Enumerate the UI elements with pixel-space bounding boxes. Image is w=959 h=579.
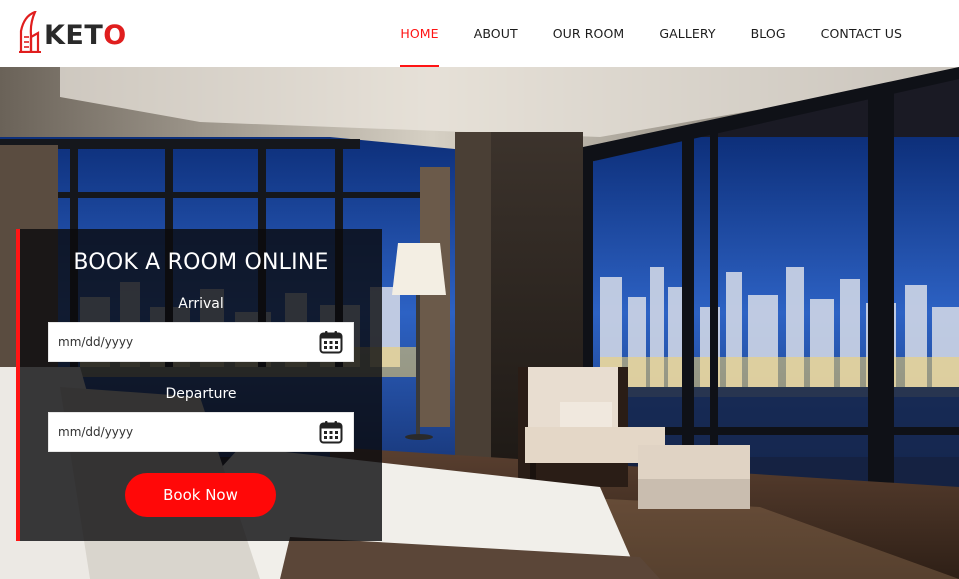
arrival-date-input[interactable]: mm/dd/yyyy [48,322,354,362]
departure-label: Departure [165,386,237,402]
booking-panel: BOOK A ROOM ONLINE Arrival mm/dd/yyyy De… [16,229,382,541]
logo-text-accent: O [103,20,127,51]
logo-text: KETO [44,22,127,49]
nav-item-about[interactable]: ABOUT [474,0,518,67]
building-icon [19,11,41,53]
nav-item-gallery[interactable]: GALLERY [659,0,715,67]
nav-item-blog[interactable]: BLOG [751,0,786,67]
nav-item-contact-us[interactable]: CONTACT US [821,0,902,67]
site-logo[interactable]: KETO [18,11,127,53]
calendar-icon[interactable] [319,330,343,354]
site-header: KETO HOME ABOUT OUR ROOM GALLERY BLOG CO… [0,0,959,67]
departure-placeholder: mm/dd/yyyy [58,425,134,439]
arrival-label: Arrival [178,296,224,312]
departure-date-input[interactable]: mm/dd/yyyy [48,412,354,452]
booking-title: BOOK A ROOM ONLINE [73,250,329,275]
main-nav: HOME ABOUT OUR ROOM GALLERY BLOG CONTACT… [365,0,902,67]
nav-item-home[interactable]: HOME [400,0,440,67]
logo-text-prefix: KET [44,20,104,51]
calendar-icon[interactable] [319,420,343,444]
nav-item-our-room[interactable]: OUR ROOM [553,0,625,67]
book-now-button[interactable]: Book Now [125,473,276,517]
arrival-placeholder: mm/dd/yyyy [58,335,134,349]
